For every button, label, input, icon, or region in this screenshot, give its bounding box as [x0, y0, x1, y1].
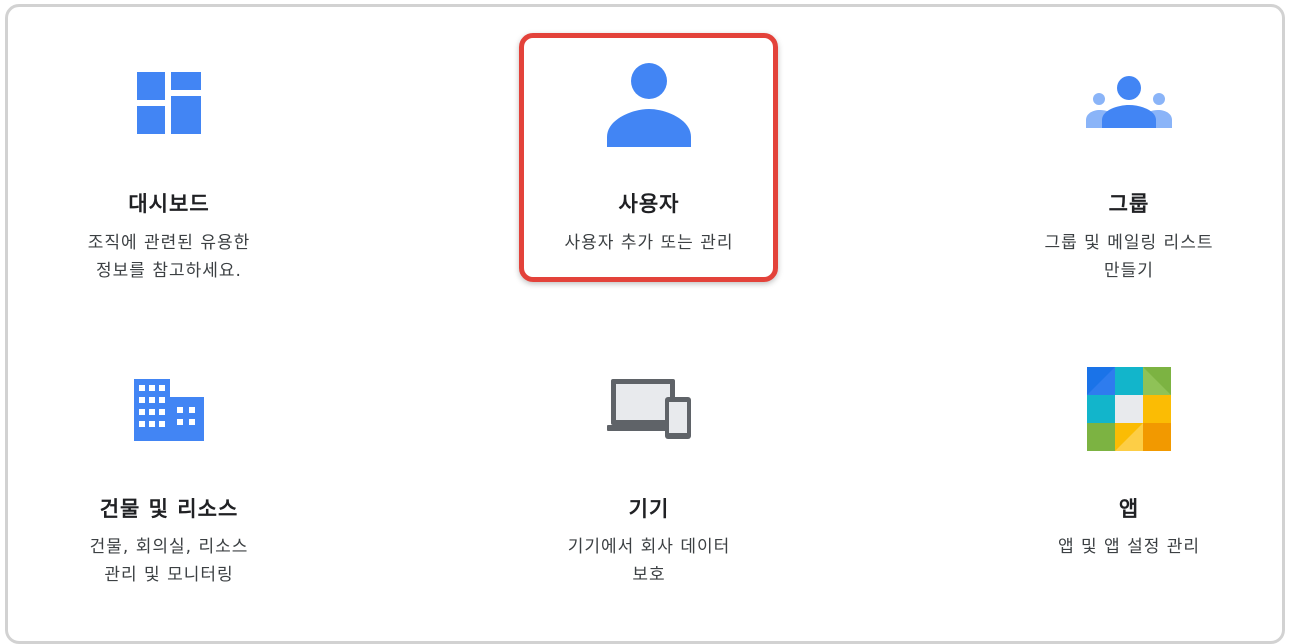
tile-title: 기기	[628, 497, 670, 521]
tile-description-line1: 그룹 및 메일링 리스트	[1044, 233, 1214, 253]
tile-description-line1: 조직에 관련된 유용한	[87, 233, 251, 253]
group-icon	[1086, 76, 1172, 132]
building-icon	[134, 379, 204, 445]
tile-title: 대시보드	[128, 192, 210, 216]
tile-title: 그룹	[1108, 192, 1150, 216]
tile-description-line1: 기기에서 회사 데이터	[567, 537, 731, 557]
tile-description-line2: 정보를 참고하세요.	[96, 261, 242, 281]
tile-description-line1: 건물, 회의실, 리소스	[89, 537, 249, 557]
tile-apps[interactable]: 앱 앱 및 앱 설정 관리	[999, 365, 1259, 595]
tile-description-line1: 앱 및 앱 설정 관리	[1057, 537, 1201, 557]
tile-description-line2: 만들기	[1104, 261, 1154, 281]
tile-description-line2: 관리 및 모니터링	[104, 565, 234, 585]
selected-tile-highlight	[519, 33, 778, 282]
tile-title: 앱	[1118, 497, 1140, 521]
tile-dashboard[interactable]: 대시보드 조직에 관련된 유용한 정보를 참고하세요.	[39, 60, 299, 300]
tile-title: 건물 및 리소스	[99, 497, 239, 521]
tile-buildings[interactable]: 건물 및 리소스 건물, 회의실, 리소스 관리 및 모니터링	[39, 365, 299, 595]
tile-devices[interactable]: 기기 기기에서 회사 데이터 보호	[519, 365, 779, 595]
tile-groups[interactable]: 그룹 그룹 및 메일링 리스트 만들기	[999, 60, 1259, 300]
tile-description-line2: 보호	[632, 565, 666, 585]
devices-icon	[607, 377, 691, 445]
apps-icon	[1087, 367, 1171, 455]
dashboard-icon	[137, 72, 201, 138]
